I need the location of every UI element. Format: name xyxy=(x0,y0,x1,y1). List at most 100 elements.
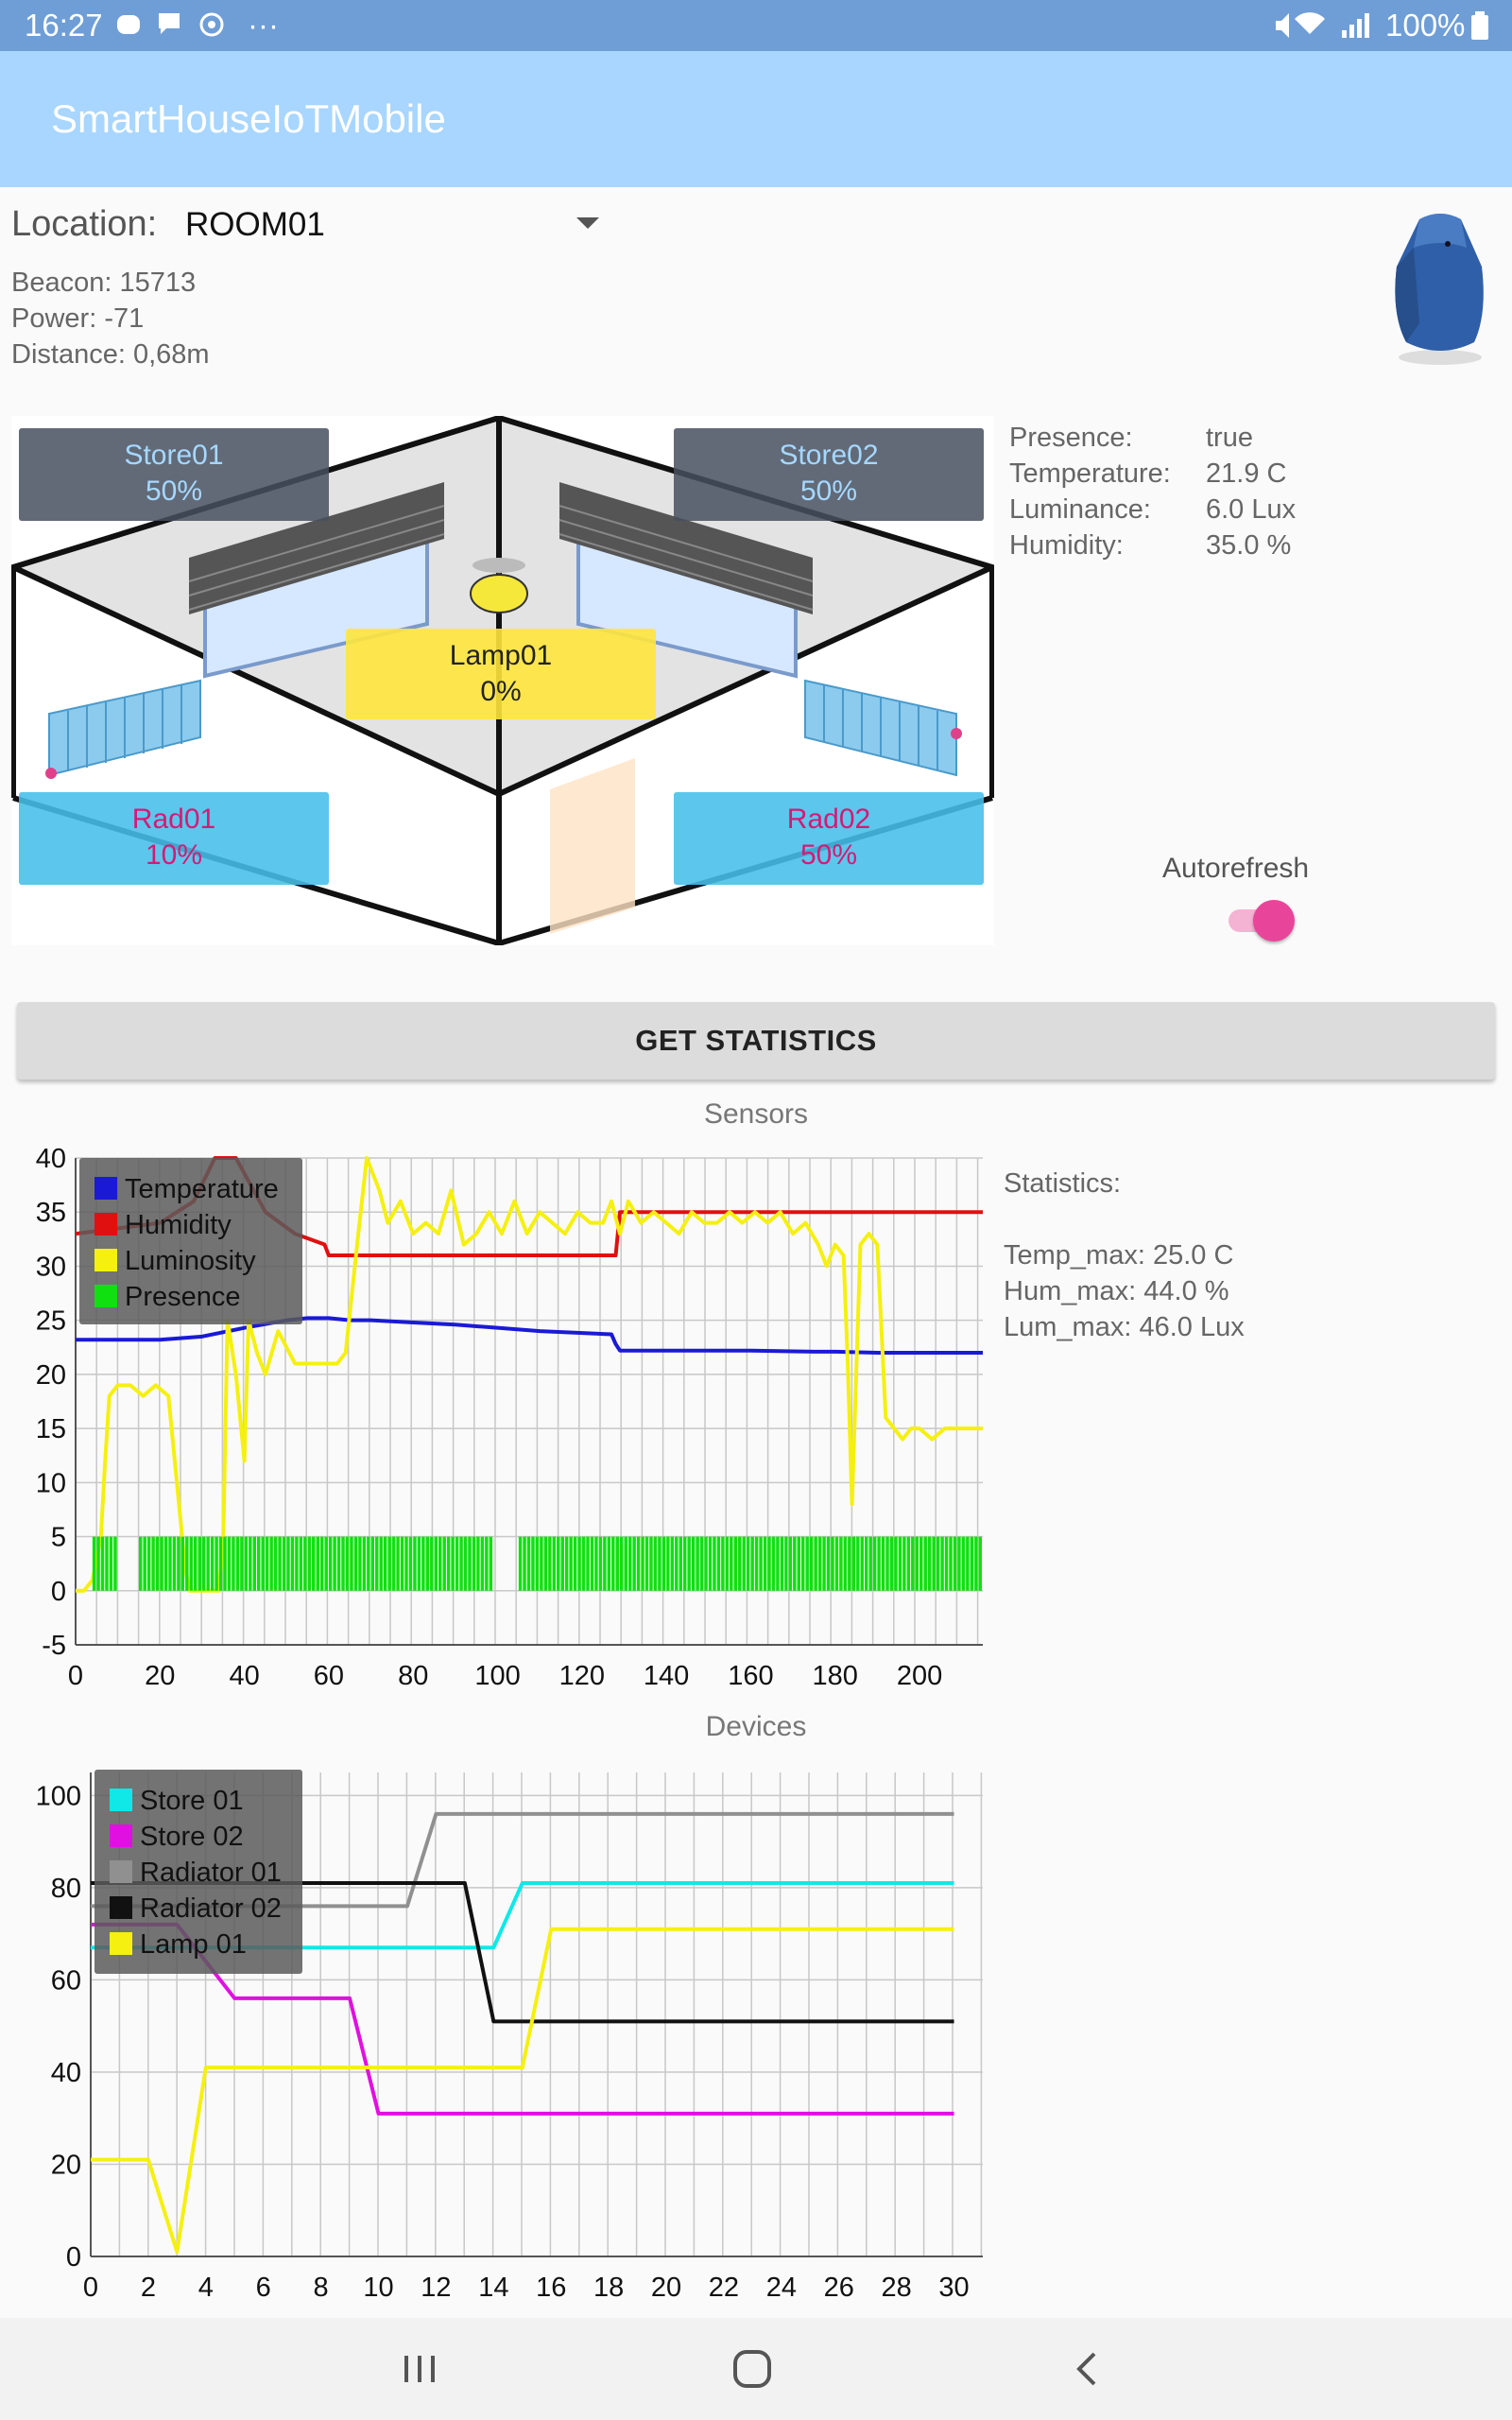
presence-bar xyxy=(442,1536,446,1591)
presence-bar xyxy=(312,1536,316,1591)
presence-bar xyxy=(919,1536,923,1591)
statistics-lum-max: Lum_max: 46.0 Lux xyxy=(1004,1312,1245,1342)
presence-bar xyxy=(649,1536,653,1591)
sensor-value: 21.9 C xyxy=(1206,458,1287,489)
presence-bar xyxy=(540,1536,543,1591)
presence-bar xyxy=(730,1536,733,1591)
presence-bar xyxy=(598,1536,603,1591)
presence-bar xyxy=(160,1536,163,1591)
switch-thumb xyxy=(1253,900,1295,942)
legend-item: Humidity xyxy=(94,1207,302,1243)
presence-bar xyxy=(716,1536,721,1591)
presence-bar xyxy=(328,1536,333,1591)
presence-bar xyxy=(180,1536,185,1591)
lamp01-overlay[interactable]: Lamp01 0% xyxy=(346,629,656,719)
presence-bar xyxy=(210,1536,215,1591)
presence-bar xyxy=(172,1536,177,1591)
presence-bar xyxy=(696,1536,699,1591)
presence-bar xyxy=(776,1536,780,1591)
store01-overlay[interactable]: Store01 50% xyxy=(19,428,329,521)
location-dropdown[interactable]: ROOM01 xyxy=(180,200,605,253)
presence-bar xyxy=(383,1536,387,1591)
sensor-value: true xyxy=(1206,423,1253,453)
presence-bar xyxy=(463,1536,468,1591)
store01-value: 50% xyxy=(145,475,203,507)
rad02-overlay[interactable]: Rad02 50% xyxy=(674,792,984,885)
presence-bar xyxy=(468,1536,472,1591)
rad01-overlay[interactable]: Rad01 10% xyxy=(19,792,329,885)
presence-bar xyxy=(569,1536,573,1591)
legend-item: Radiator 01 xyxy=(110,1855,302,1891)
presence-bar xyxy=(809,1536,814,1591)
y-tick-label: 20 xyxy=(36,1360,66,1391)
x-tick-label: 14 xyxy=(478,2273,508,2303)
legend-swatch xyxy=(94,1213,117,1236)
y-tick-label: 0 xyxy=(51,1577,66,1607)
beacon-icon xyxy=(1395,214,1484,365)
store02-overlay[interactable]: Store02 50% xyxy=(674,428,984,521)
legend-label: Radiator 01 xyxy=(140,1858,282,1888)
sensor-key: Presence: xyxy=(1009,423,1133,453)
presence-bar xyxy=(889,1536,894,1591)
x-tick-label: 40 xyxy=(229,1661,259,1691)
presence-bar xyxy=(607,1536,611,1591)
presence-bar xyxy=(113,1536,117,1591)
presence-bar xyxy=(814,1536,817,1591)
presence-bar xyxy=(316,1536,319,1591)
presence-bar xyxy=(446,1536,451,1591)
rad01-value: 10% xyxy=(145,839,203,871)
home-icon[interactable] xyxy=(731,2348,773,2390)
presence-bar xyxy=(805,1536,809,1591)
presence-bar xyxy=(307,1536,312,1591)
presence-bar xyxy=(839,1536,843,1591)
legend-label: Radiator 02 xyxy=(140,1893,282,1924)
presence-bar xyxy=(138,1536,143,1591)
y-tick-label: 25 xyxy=(36,1306,66,1337)
presence-bar xyxy=(278,1536,282,1591)
presence-bar xyxy=(915,1536,919,1591)
notification-icons xyxy=(115,9,238,47)
rad02-name: Rad02 xyxy=(786,804,871,835)
presence-bar xyxy=(336,1536,341,1591)
presence-bar xyxy=(358,1536,362,1591)
presence-bar xyxy=(923,1536,927,1591)
back-icon[interactable] xyxy=(1072,2350,1100,2388)
system-status-icons xyxy=(1272,9,1376,49)
presence-bar xyxy=(658,1536,662,1591)
legend-item: Presence xyxy=(94,1279,302,1315)
presence-bar xyxy=(223,1536,227,1591)
presence-bar xyxy=(573,1536,577,1591)
presence-bar xyxy=(754,1536,759,1591)
legend-swatch xyxy=(110,1789,132,1811)
presence-bar xyxy=(455,1536,459,1591)
presence-bar xyxy=(177,1536,180,1591)
presence-bar xyxy=(168,1536,172,1591)
x-tick-label: 0 xyxy=(68,1661,83,1691)
x-tick-label: 16 xyxy=(536,2273,566,2303)
presence-bar xyxy=(476,1536,480,1591)
presence-bar xyxy=(404,1536,408,1591)
presence-bar xyxy=(252,1536,256,1591)
presence-bar xyxy=(851,1536,856,1591)
presence-bar xyxy=(396,1536,400,1591)
presence-bar xyxy=(480,1536,485,1591)
presence-bar xyxy=(936,1536,940,1591)
presence-bar xyxy=(235,1536,240,1591)
presence-bar xyxy=(282,1536,286,1591)
presence-bar xyxy=(822,1536,826,1591)
x-tick-label: 2 xyxy=(141,2273,156,2303)
autorefresh-switch[interactable] xyxy=(1227,898,1297,942)
presence-bar xyxy=(143,1536,146,1591)
presence-bar xyxy=(472,1536,476,1591)
presence-bar xyxy=(257,1536,261,1591)
presence-bar xyxy=(341,1536,345,1591)
recent-apps-icon[interactable] xyxy=(401,2352,438,2386)
status-time: 16:27 xyxy=(25,8,103,43)
presence-bar xyxy=(434,1536,438,1591)
get-statistics-button[interactable]: GET STATISTICS xyxy=(17,1002,1495,1080)
presence-bar xyxy=(767,1536,771,1591)
presence-bar xyxy=(100,1536,105,1591)
presence-bar xyxy=(273,1536,278,1591)
app-bar: SmartHouseIoTMobile xyxy=(0,51,1512,187)
presence-bar xyxy=(881,1536,885,1591)
